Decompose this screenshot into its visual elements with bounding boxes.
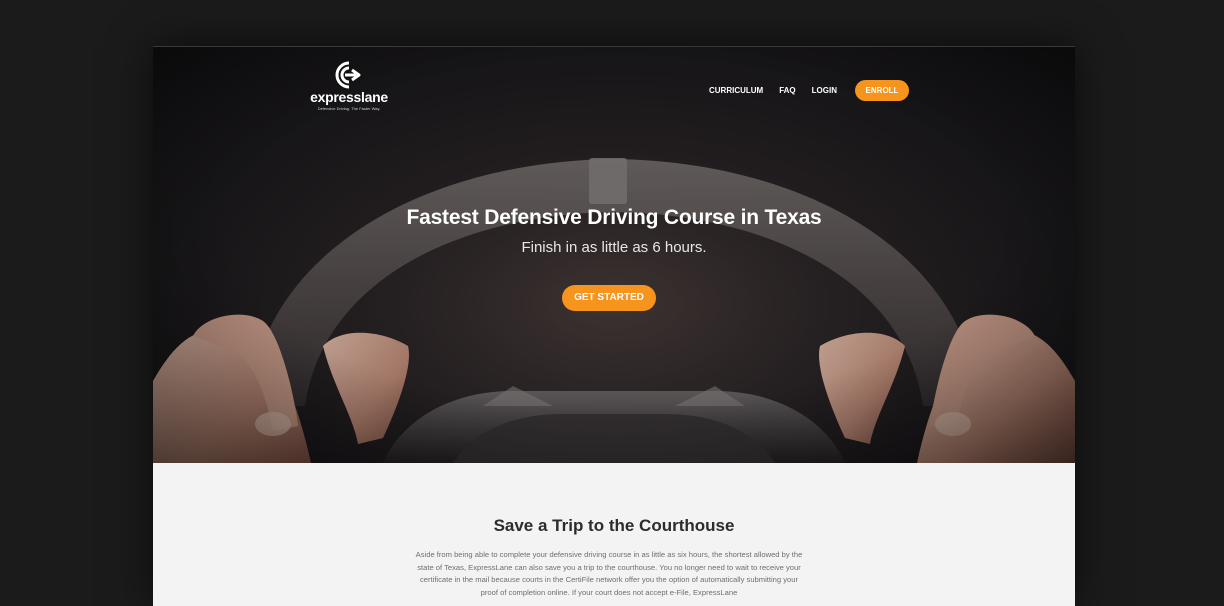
top-navigation: CURRICULUM FAQ LOGIN ENROLL bbox=[693, 80, 909, 101]
nav-link-faq[interactable]: FAQ bbox=[779, 86, 795, 95]
section-title: Save a Trip to the Courthouse bbox=[493, 516, 735, 535]
brand-logo[interactable]: expresslane Defensive Driving. The Faste… bbox=[309, 60, 389, 118]
browser-page: expresslane Defensive Driving. The Faste… bbox=[153, 46, 1075, 606]
hero-section: expresslane Defensive Driving. The Faste… bbox=[153, 46, 1075, 463]
brand-tagline: Defensive Driving. The Faster Way. bbox=[317, 106, 381, 111]
enroll-button[interactable]: ENROLL bbox=[855, 80, 909, 101]
expresslane-logo-icon bbox=[335, 61, 361, 89]
hero-subtitle: Finish in as little as 6 hours. bbox=[521, 239, 707, 256]
get-started-button[interactable]: GET STARTED bbox=[562, 285, 656, 311]
nav-link-curriculum[interactable]: CURRICULUM bbox=[709, 86, 763, 95]
hero-title: Fastest Defensive Driving Course in Texa… bbox=[406, 206, 822, 229]
section-body-text: Aside from being able to complete your d… bbox=[415, 550, 803, 597]
courthouse-section: Save a Trip to the Courthouse Aside from… bbox=[153, 463, 1075, 606]
nav-link-login[interactable]: LOGIN bbox=[812, 86, 837, 95]
brand-name: expresslane bbox=[310, 89, 388, 105]
